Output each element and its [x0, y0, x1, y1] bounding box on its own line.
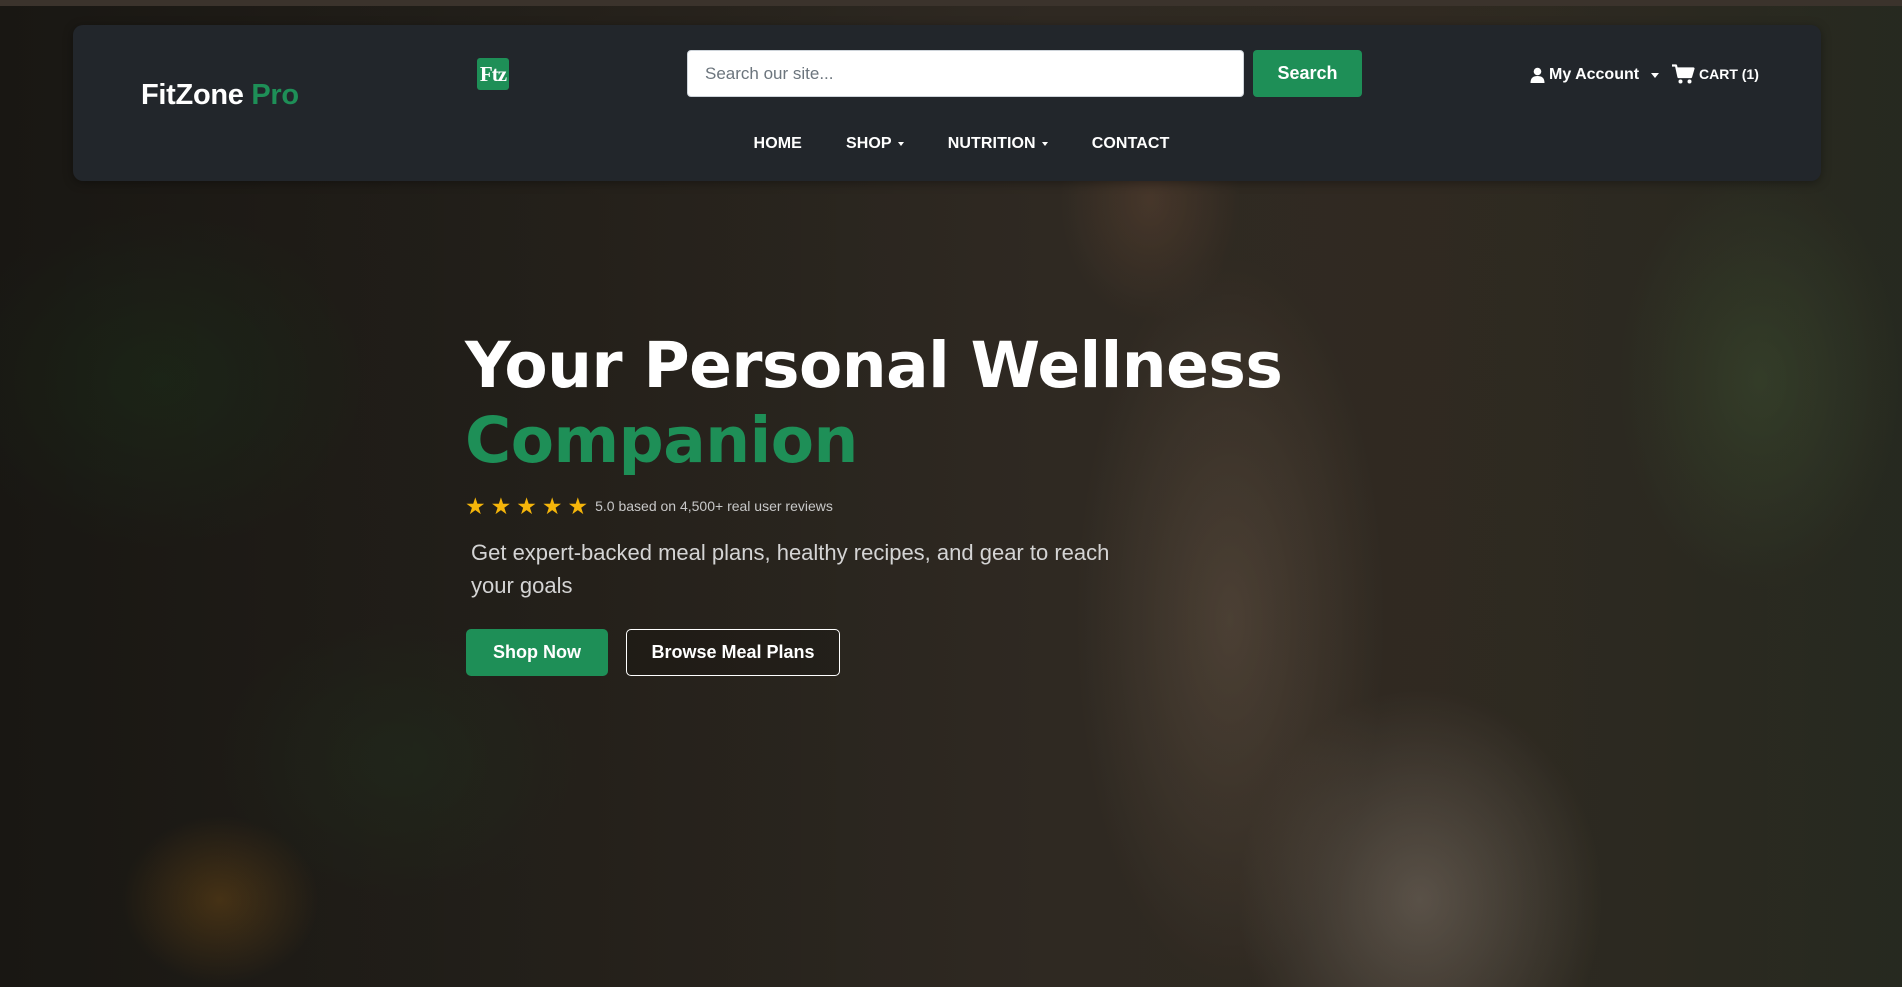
hero-title: Your Personal Wellness Companion: [465, 328, 1365, 478]
my-account-dropdown[interactable]: My Account: [1530, 63, 1660, 87]
cart-link[interactable]: CART (1): [1672, 62, 1759, 86]
cart-label: CART (1): [1699, 66, 1759, 82]
star-icon: ★: [465, 492, 486, 519]
hero-title-line1: Your Personal Wellness: [465, 329, 1283, 402]
top-edge-bar: [0, 0, 1902, 6]
star-icon: ★: [516, 492, 537, 519]
rating-text: 5.0 based on 4,500+ real user reviews: [595, 498, 833, 514]
star-icon: ★: [541, 492, 563, 519]
nav-item-shop[interactable]: SHOP: [846, 132, 904, 156]
star-icon: ★: [567, 492, 589, 519]
hero-title-accent: Companion: [465, 404, 858, 477]
shop-now-button[interactable]: Shop Now: [466, 629, 608, 676]
search-input[interactable]: [687, 50, 1244, 97]
nav-item-label: SHOP: [845, 135, 892, 152]
brand-name: FitZone: [141, 79, 244, 111]
nav-item-home[interactable]: HOME: [754, 132, 802, 156]
logo-badge-icon[interactable]: Ftz: [477, 58, 509, 90]
chevron-down-icon: [1041, 142, 1048, 146]
rating-summary: ★ ★ ★ ★ ★ 5.0 based on 4,500+ real user …: [465, 494, 833, 518]
primary-nav: HOME SHOP NUTRITION CONTACT: [73, 132, 1821, 156]
hero-subtitle: Get expert-backed meal plans, healthy re…: [471, 540, 1110, 598]
my-account-label: My Account: [1549, 66, 1640, 83]
nav-item-contact[interactable]: CONTACT: [1092, 132, 1170, 156]
nav-item-label: NUTRITION: [947, 135, 1036, 152]
chevron-down-icon: [1651, 72, 1660, 78]
chevron-down-icon: [897, 142, 904, 146]
main-navbar: FitZone Pro Ftz Search My Account CART (…: [73, 25, 1821, 181]
star-icon: ★: [490, 492, 512, 519]
user-icon: [1530, 67, 1545, 83]
brand-suffix: Pro: [251, 79, 299, 111]
browse-meal-plans-button[interactable]: Browse Meal Plans: [626, 629, 840, 676]
nav-item-label: HOME: [753, 135, 802, 152]
nav-item-nutrition[interactable]: NUTRITION: [948, 132, 1048, 156]
search-button[interactable]: Search: [1253, 50, 1362, 97]
brand-logo-text[interactable]: FitZone Pro: [141, 79, 299, 112]
nav-item-label: CONTACT: [1091, 135, 1170, 152]
shopping-cart-icon: [1672, 64, 1695, 84]
